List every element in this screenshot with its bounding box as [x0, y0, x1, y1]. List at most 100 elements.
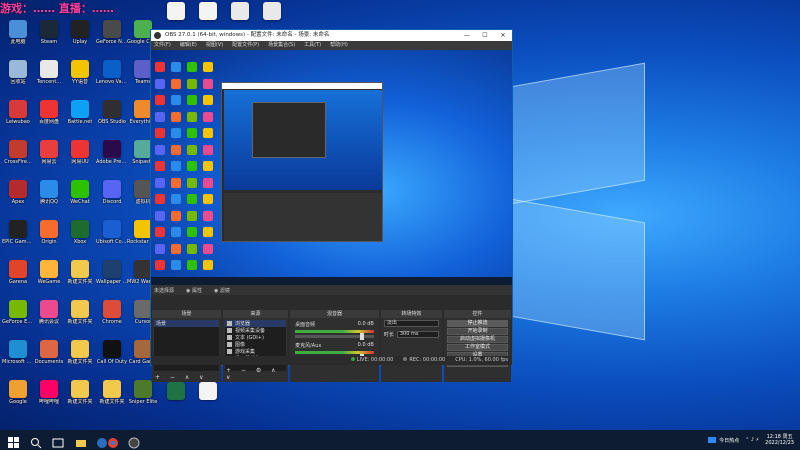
obs-taskbar-icon[interactable] [128, 434, 140, 449]
sources-toolbar[interactable]: + − ⚙ ∧ ∨ [226, 367, 288, 381]
system-tray-icons[interactable]: ⌃ ♪ ⚡ [745, 437, 759, 443]
desktop-shortcut[interactable]: 网易云 [33, 140, 65, 165]
desktop-shortcut[interactable] [224, 2, 256, 21]
desktop-shortcut[interactable]: Call Of Duty [96, 340, 128, 365]
source-item[interactable]: 图像 [225, 341, 286, 348]
menu-help[interactable]: 帮助(H) [330, 41, 348, 50]
desktop-shortcut-label: 哔哩哔哩 [38, 399, 59, 405]
desktop-shortcut[interactable]: 腾讯会议 [33, 300, 65, 325]
menu-file[interactable]: 文件(F) [154, 41, 171, 50]
desktop-shortcut[interactable]: Documents [33, 340, 65, 365]
menu-tools[interactable]: 工具(T) [304, 41, 321, 50]
desktop-shortcut[interactable]: Ubisoft Connect [96, 220, 128, 245]
document-icon [199, 382, 217, 400]
source-item[interactable]: 视频采集设备 [225, 327, 286, 334]
desktop-shortcut[interactable]: Apex [2, 180, 34, 205]
menu-edit[interactable]: 编辑(E) [180, 41, 197, 50]
desktop-shortcut[interactable]: Xbox [64, 220, 96, 245]
desktop-shortcut[interactable]: 腾讯QQ [33, 180, 65, 205]
obs-preview[interactable] [151, 50, 512, 285]
desktop-shortcut[interactable]: 哔哩哔哩 [33, 380, 65, 405]
desktop-shortcut-label: EPIC Games Launcher [2, 239, 34, 245]
desktop-shortcut[interactable]: Battle.net [64, 100, 96, 125]
preview-nested-obs [221, 82, 383, 242]
desktop-shortcut[interactable]: Garena [2, 260, 34, 285]
desktop-shortcut[interactable]: 百度网盘 [33, 100, 65, 125]
chrome-taskbar-icon[interactable] [107, 434, 119, 448]
desktop-shortcut-label: Garena [8, 279, 28, 285]
scene-item[interactable]: 场景 [154, 320, 220, 327]
scenes-toolbar[interactable]: + − ∧ ∨ [155, 374, 208, 381]
desktop-shortcut[interactable]: OBS Studio [96, 100, 128, 125]
rec-status: REC: 00:00:00 [403, 356, 445, 365]
desktop-shortcut[interactable] [160, 2, 192, 21]
desktop-shortcut[interactable]: 网易UU [64, 140, 96, 165]
desktop-shortcut[interactable] [192, 382, 224, 401]
desktop-shortcut[interactable]: Tencent... [33, 60, 65, 85]
weather-widget[interactable]: 今日热点 [708, 436, 739, 444]
desktop-shortcut-label: OBS Studio [98, 119, 126, 125]
desktop-shortcut[interactable]: Uplay [64, 20, 96, 45]
file-explorer-icon[interactable] [75, 434, 87, 447]
taskbar-clock[interactable]: 12:18 周五 2022/12/23 [765, 434, 794, 446]
close-button[interactable]: ✕ [494, 30, 512, 41]
desktop-shortcut[interactable]: GeForce Now [96, 20, 128, 45]
desktop-shortcut[interactable] [256, 2, 288, 21]
control-button[interactable]: 停止推流 [446, 320, 508, 327]
obs-titlebar[interactable]: OBS 27.0.1 (64-bit, windows) - 配置文件: 未命名… [151, 30, 512, 41]
desktop-shortcut[interactable]: Sniper Elite [127, 380, 159, 405]
source-item[interactable]: 文本 (GDI+) [225, 334, 286, 341]
desktop-shortcut[interactable]: Steam [33, 20, 65, 45]
desktop-shortcut[interactable]: YY语音 [64, 60, 96, 85]
desktop-shortcut[interactable]: 新建文件夹 [64, 340, 96, 365]
duration-input[interactable]: 300 ms [396, 331, 439, 338]
desktop-shortcut[interactable]: Discord [96, 180, 128, 205]
maximize-button[interactable]: ☐ [476, 30, 494, 41]
desktop-shortcut[interactable]: 此电脑 [2, 20, 34, 45]
desktop-shortcut-label: Leiwubao [6, 119, 30, 125]
desktop-shortcut[interactable]: 新建文件夹 [64, 260, 96, 285]
desktop-shortcut[interactable]: 新建文件夹 [64, 300, 96, 325]
obs-window[interactable]: OBS 27.0.1 (64-bit, windows) - 配置文件: 未命名… [150, 29, 513, 382]
source-item[interactable]: 浏览器 [225, 320, 287, 327]
properties-button[interactable]: ◉ 属性 [186, 287, 202, 294]
desktop-shortcut[interactable]: 新建文件夹 [64, 380, 96, 405]
menu-profile[interactable]: 配置文件(P) [232, 41, 259, 50]
control-button[interactable]: 开始录制 [446, 328, 508, 335]
desktop-shortcut[interactable]: Chrome [96, 300, 128, 325]
desktop-shortcut[interactable] [160, 382, 192, 401]
desktop-shortcut[interactable]: CrossFire... [2, 140, 34, 165]
filters-button[interactable]: ◉ 滤镜 [214, 287, 230, 294]
minimize-button[interactable]: — [458, 30, 476, 41]
source-type-icon [227, 321, 233, 326]
obs-icon [103, 100, 121, 118]
desktop-shortcut-label: Chrome [102, 319, 122, 325]
desktop-shortcut[interactable]: WeChat [64, 180, 96, 205]
preview-mini-icon [187, 95, 197, 106]
desktop-shortcut[interactable]: Leiwubao [2, 100, 34, 125]
transition-type-select[interactable]: 淡出 [383, 320, 439, 327]
desktop-shortcut[interactable]: 新建文件夹 [96, 380, 128, 405]
desktop-shortcut[interactable]: Origin [33, 220, 65, 245]
search-icon[interactable] [30, 434, 42, 449]
desktop-shortcut[interactable]: Adobe Premiere [96, 140, 128, 165]
desktop-shortcut[interactable] [192, 2, 224, 21]
menu-scene-collection[interactable]: 场景集合(S) [268, 41, 295, 50]
desktop-shortcut[interactable]: 回收站 [2, 60, 34, 85]
desktop-shortcut[interactable]: Wallpaper Engine [96, 260, 128, 285]
desktop-shortcut-label: GeForce Now [96, 39, 128, 45]
source-item-label: 游戏采集 [235, 349, 256, 355]
task-view-icon[interactable] [52, 434, 64, 448]
desktop-shortcut[interactable]: EPIC Games Launcher [2, 220, 34, 245]
menu-view[interactable]: 视图(V) [206, 41, 223, 50]
control-button[interactable]: 工作室模式 [446, 344, 508, 351]
desktop-shortcut[interactable]: Microsoft Edge [2, 340, 34, 365]
source-item[interactable]: 游戏采集 [225, 348, 286, 355]
desktop-shortcut[interactable]: WeGame [33, 260, 65, 285]
desktop-shortcut[interactable]: Google [2, 380, 34, 405]
mixer-track-1-slider[interactable] [295, 333, 374, 340]
start-button[interactable] [8, 434, 20, 448]
desktop-shortcut[interactable]: GeForce Experience [2, 300, 34, 325]
desktop-shortcut[interactable]: Lenovo Vantage [96, 60, 128, 85]
control-button[interactable]: 启动虚拟摄像机 [446, 336, 508, 343]
